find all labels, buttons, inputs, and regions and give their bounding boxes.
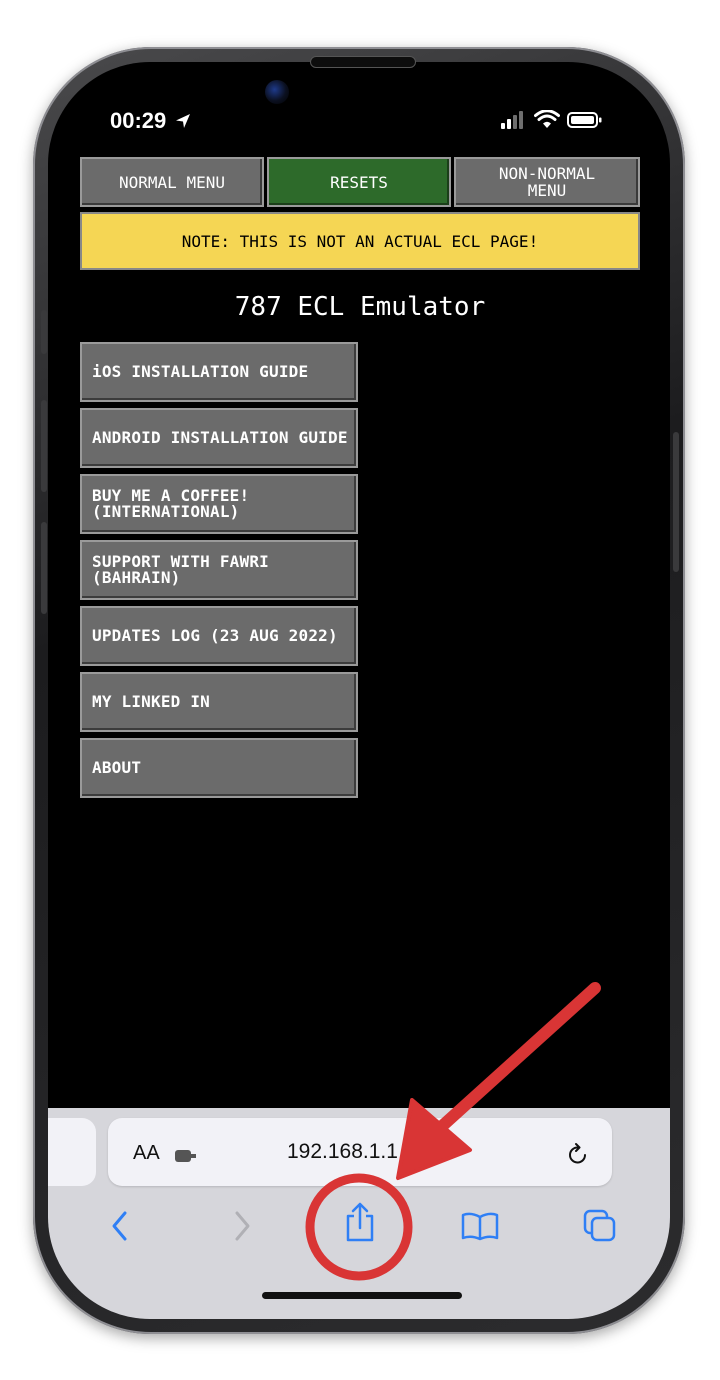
page-title: 787 ECL Emulator xyxy=(234,292,486,322)
volume-down-button xyxy=(41,522,47,614)
menu-item-ios-guide[interactable]: iOS INSTALLATION GUIDE xyxy=(80,342,358,402)
extension-icon[interactable] xyxy=(174,1148,200,1164)
tabs-icon[interactable] xyxy=(582,1208,618,1244)
tab-resets[interactable]: RESETS xyxy=(267,157,451,207)
power-button xyxy=(673,432,679,572)
share-icon[interactable] xyxy=(343,1202,377,1244)
text-size-button[interactable]: AA xyxy=(133,1142,160,1165)
battery-icon xyxy=(566,112,602,128)
bookmarks-icon[interactable] xyxy=(460,1210,500,1242)
menu-item-fawri[interactable]: SUPPORT WITH FAWRI (BAHRAIN) xyxy=(80,540,358,600)
tab-non-normal-menu[interactable]: NON-NORMAL MENU xyxy=(454,157,640,207)
ecl-menu: iOS INSTALLATION GUIDE ANDROID INSTALLAT… xyxy=(80,342,358,804)
forward-icon[interactable] xyxy=(232,1210,252,1242)
reload-icon[interactable] xyxy=(566,1142,590,1168)
menu-item-updates-log[interactable]: UPDATES LOG (23 AUG 2022) xyxy=(80,606,358,666)
menu-item-android-guide[interactable]: ANDROID INSTALLATION GUIDE xyxy=(80,408,358,468)
menu-item-about[interactable]: ABOUT xyxy=(80,738,358,798)
ecl-tab-row: NORMAL MENU RESETS NON-NORMAL MENU xyxy=(80,157,640,209)
volume-up-button xyxy=(41,400,47,492)
mute-switch xyxy=(41,310,47,354)
status-icons xyxy=(500,109,603,135)
front-camera xyxy=(265,80,289,104)
location-arrow-icon xyxy=(176,114,191,128)
back-icon[interactable] xyxy=(110,1210,130,1242)
wifi-icon xyxy=(534,109,561,128)
menu-item-linkedin[interactable]: MY LINKED IN xyxy=(80,672,358,732)
tab-normal-menu[interactable]: NORMAL MENU xyxy=(80,157,264,207)
disclaimer-note: NOTE: THIS IS NOT AN ACTUAL ECL PAGE! xyxy=(80,212,640,270)
status-time: 00:29 xyxy=(110,108,192,134)
url-text[interactable]: 192.168.1.1 xyxy=(287,1140,398,1164)
speaker xyxy=(310,56,416,68)
previous-tab-peek[interactable] xyxy=(48,1118,96,1186)
home-indicator xyxy=(262,1292,462,1299)
menu-item-buy-coffee[interactable]: BUY ME A COFFEE! (INTERNATIONAL) xyxy=(80,474,358,534)
cellular-signal-icon xyxy=(501,111,523,129)
